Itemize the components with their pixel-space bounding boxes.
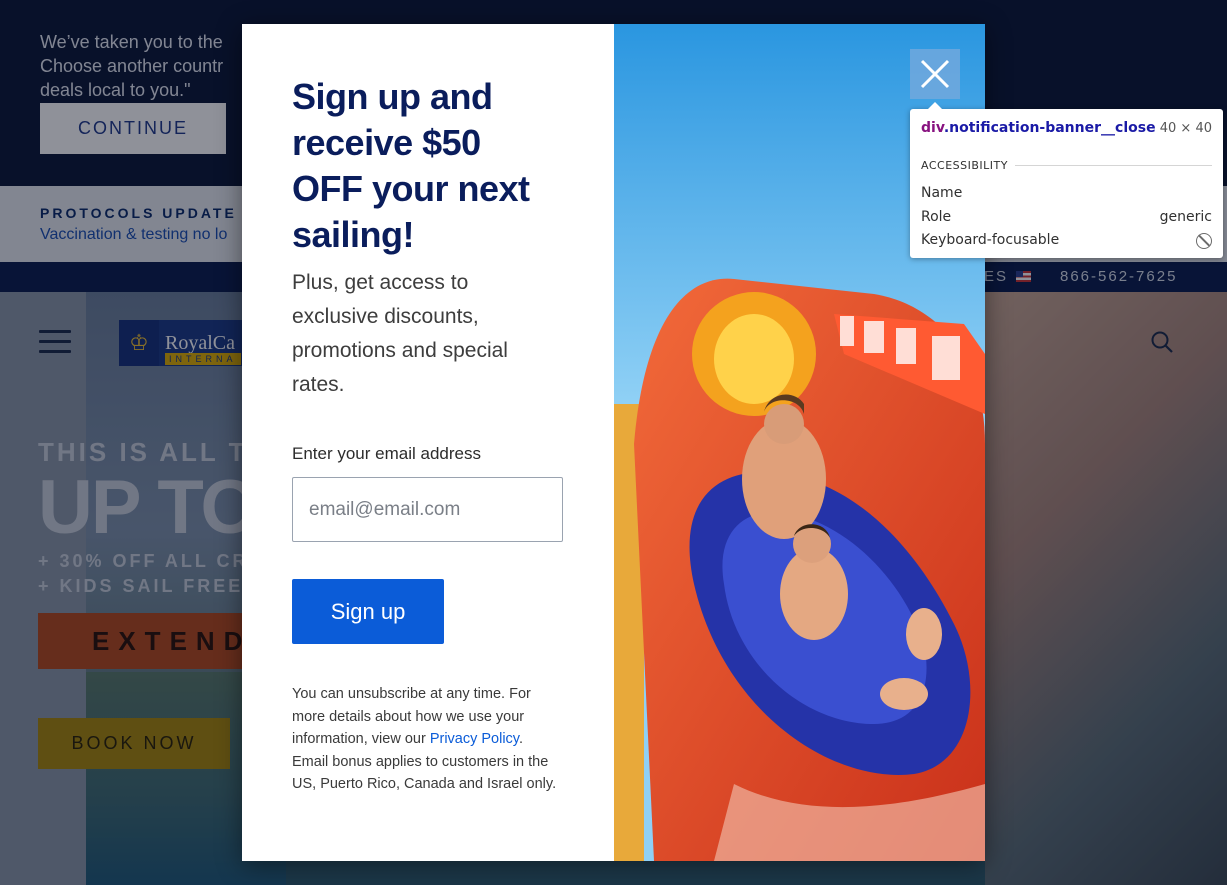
protocols-subtitle-link[interactable]: Vaccination & testing no lo [40, 226, 227, 244]
element-selector: div.notification-banner__close [921, 120, 1156, 136]
geo-banner-text: We’ve taken you to the Choose another co… [40, 32, 224, 100]
devtools-inspect-tooltip: div.notification-banner__close 40 × 40 A… [910, 102, 1223, 258]
sign-up-button[interactable]: Sign up [292, 579, 444, 644]
accessibility-name-row: Name [921, 185, 1212, 201]
us-flag-icon[interactable] [1016, 271, 1031, 282]
privacy-policy-link[interactable]: Privacy Policy [430, 731, 519, 747]
logo-subtext: INTERNA [165, 353, 241, 365]
email-label: Enter your email address [292, 444, 481, 463]
royal-caribbean-logo[interactable]: ♔ RoyalCa INTERNA [119, 320, 249, 366]
modal-subtitle: Plus, get access to exclusive discounts,… [292, 271, 508, 396]
no-entry-icon [1196, 233, 1212, 249]
role-label: Role [921, 209, 952, 225]
logo-text: RoyalCa [165, 332, 235, 354]
close-icon [920, 59, 950, 89]
hero-offer-line-1: + 30% OFF ALL CR [38, 551, 249, 571]
book-now-button[interactable]: BOOK NOW [38, 718, 230, 769]
element-size: 40 × 40 [1159, 121, 1212, 136]
continue-button[interactable]: CONTINUE [40, 103, 226, 154]
disclaimer-text: You can unsubscribe at any time. For mor… [292, 683, 562, 796]
search-icon[interactable] [1150, 330, 1174, 354]
focusable-label: Keyboard-focusable [921, 232, 1060, 248]
utility-menu-suffix[interactable]: ES [984, 268, 1008, 285]
selector-tag: div [921, 120, 944, 136]
crown-anchor-icon: ♔ [119, 320, 159, 366]
role-value: generic [1159, 209, 1212, 225]
name-label: Name [921, 185, 963, 201]
selector-class: .notification-banner__close [943, 120, 1156, 136]
tooltip-arrow [928, 102, 942, 109]
hero-offer-line-2: + KIDS SAIL FREE* [38, 576, 254, 596]
phone-number[interactable]: 866-562-7625 [1060, 268, 1177, 285]
signup-modal: Sign up and receive $50 OFF your next sa… [242, 24, 985, 861]
accessibility-role-row: Role generic [921, 209, 1212, 225]
email-input[interactable] [292, 477, 563, 542]
section-divider [1015, 165, 1212, 166]
accessibility-heading: ACCESSIBILITY [921, 159, 1008, 172]
signup-form-panel: Sign up and receive $50 OFF your next sa… [242, 24, 614, 861]
extended-sale-button[interactable]: EXTENDE [38, 613, 269, 669]
hamburger-menu-icon[interactable] [39, 330, 71, 353]
protocols-title: PROTOCOLS UPDATE [40, 205, 237, 221]
keyboard-focusable-row: Keyboard-focusable [921, 232, 1212, 249]
modal-title: Sign up and receive $50 OFF your next sa… [292, 76, 530, 255]
hero-headline-small: THIS IS ALL TH [38, 437, 270, 467]
hero-climbing-wall-image [985, 292, 1227, 885]
notification-banner-close-button[interactable] [910, 49, 960, 99]
